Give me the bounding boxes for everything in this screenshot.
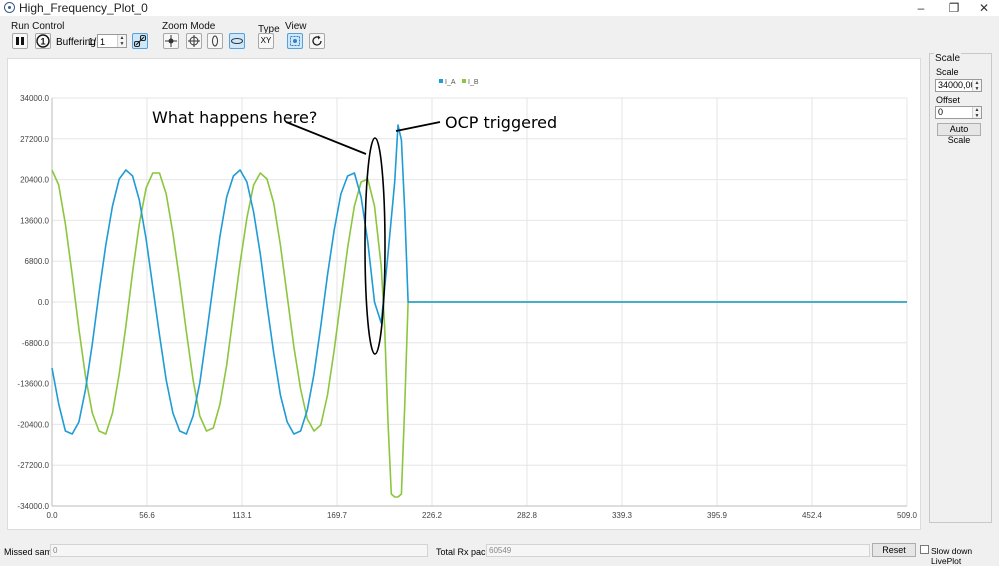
y-tick-label: 0.0 [38,298,50,307]
x-tick-label: 282.8 [517,511,538,520]
scale-group-label: Scale [934,53,962,64]
ocp-annotation: OCP triggered [445,113,557,132]
y-tick-label: -34000.0 [17,502,49,511]
scale-input[interactable]: 34000,00 ▲ ▼ [935,79,982,92]
y-tick-label: -6800.0 [22,339,50,348]
x-tick-label: 56.6 [139,511,155,520]
offset-input[interactable]: 0 ▲ ▼ [935,106,982,119]
reset-button[interactable]: Reset [872,543,916,557]
legend-label: I_A [445,79,456,86]
total-rx-field: 60549 [486,544,870,557]
x-tick-label: 452.4 [802,511,823,520]
auto-scale-button[interactable]: Auto Scale [937,123,981,145]
scale-value: 34000,00 [938,80,976,90]
ocp-arrow-line [395,121,441,132]
offset-stepper-arrows-icon[interactable]: ▲ ▼ [972,107,981,119]
y-tick-label: 34000.0 [20,94,49,103]
scale-stepper-arrows-icon[interactable]: ▲ ▼ [972,80,981,92]
offset-label: Offset [936,95,960,105]
slow-down-label: Slow down LivePlot [931,546,973,566]
x-tick-label: 113.1 [232,511,252,520]
y-tick-label: -27200.0 [17,461,49,470]
missed-samples-value: 0 [53,546,58,555]
x-tick-label: 339.3 [612,511,633,520]
slow-down-checkbox[interactable] [920,545,929,554]
high-frequency-chart[interactable]: 0.0 56.6 113.1 169.7 226.2 282.8 339.3 395.9 452… [0,0,999,562]
y-tick-label: 6800.0 [25,257,50,266]
x-tick-label: 395.9 [707,511,728,520]
scale-label: Scale [936,67,959,77]
legend-swatch [439,79,443,83]
x-tick-label: 226.2 [422,511,443,520]
x-tick-label: 0.0 [46,511,58,520]
x-tick-label: 169.7 [327,511,348,520]
x-tick-label: 509.0 [897,511,918,520]
y-tick-label: -13600.0 [17,380,49,389]
missed-samples-field: 0 [50,544,428,557]
total-rx-value: 60549 [489,546,512,555]
offset-value: 0 [938,107,944,117]
y-tick-label: 13600.0 [20,216,49,225]
question-annotation: What happens here? [152,108,317,127]
legend-label: I_B [468,79,479,86]
series-line-i-b [51,169,907,498]
legend-swatch [462,79,466,83]
y-tick-label: 20400.0 [20,176,49,185]
y-tick-label: 27200.0 [20,135,49,144]
y-tick-label: -20400.0 [17,420,49,429]
